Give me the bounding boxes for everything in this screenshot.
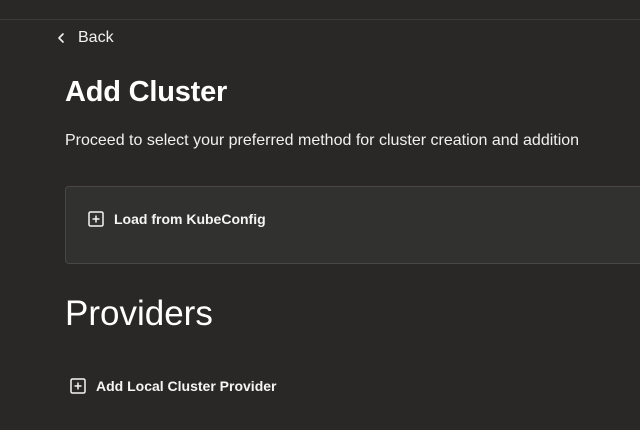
back-button[interactable]: Back <box>56 28 114 48</box>
add-local-cluster-provider-label: Add Local Cluster Provider <box>96 378 277 394</box>
plus-square-icon <box>88 211 104 227</box>
add-cluster-page: Back Add Cluster Proceed to select your … <box>0 0 640 430</box>
load-from-kubeconfig-button[interactable]: Load from KubeConfig <box>88 211 266 227</box>
add-local-cluster-provider-button[interactable]: Add Local Cluster Provider <box>70 378 276 394</box>
chevron-left-icon <box>58 33 64 43</box>
page-subtitle: Proceed to select your preferred method … <box>65 132 580 149</box>
plus-square-icon <box>70 378 86 394</box>
load-from-kubeconfig-label: Load from KubeConfig <box>114 211 266 227</box>
providers-heading: Providers <box>65 294 213 333</box>
page-title: Add Cluster <box>65 76 228 108</box>
top-divider <box>0 19 640 20</box>
kubeconfig-card: Load from KubeConfig <box>65 186 640 264</box>
back-label: Back <box>78 29 114 46</box>
